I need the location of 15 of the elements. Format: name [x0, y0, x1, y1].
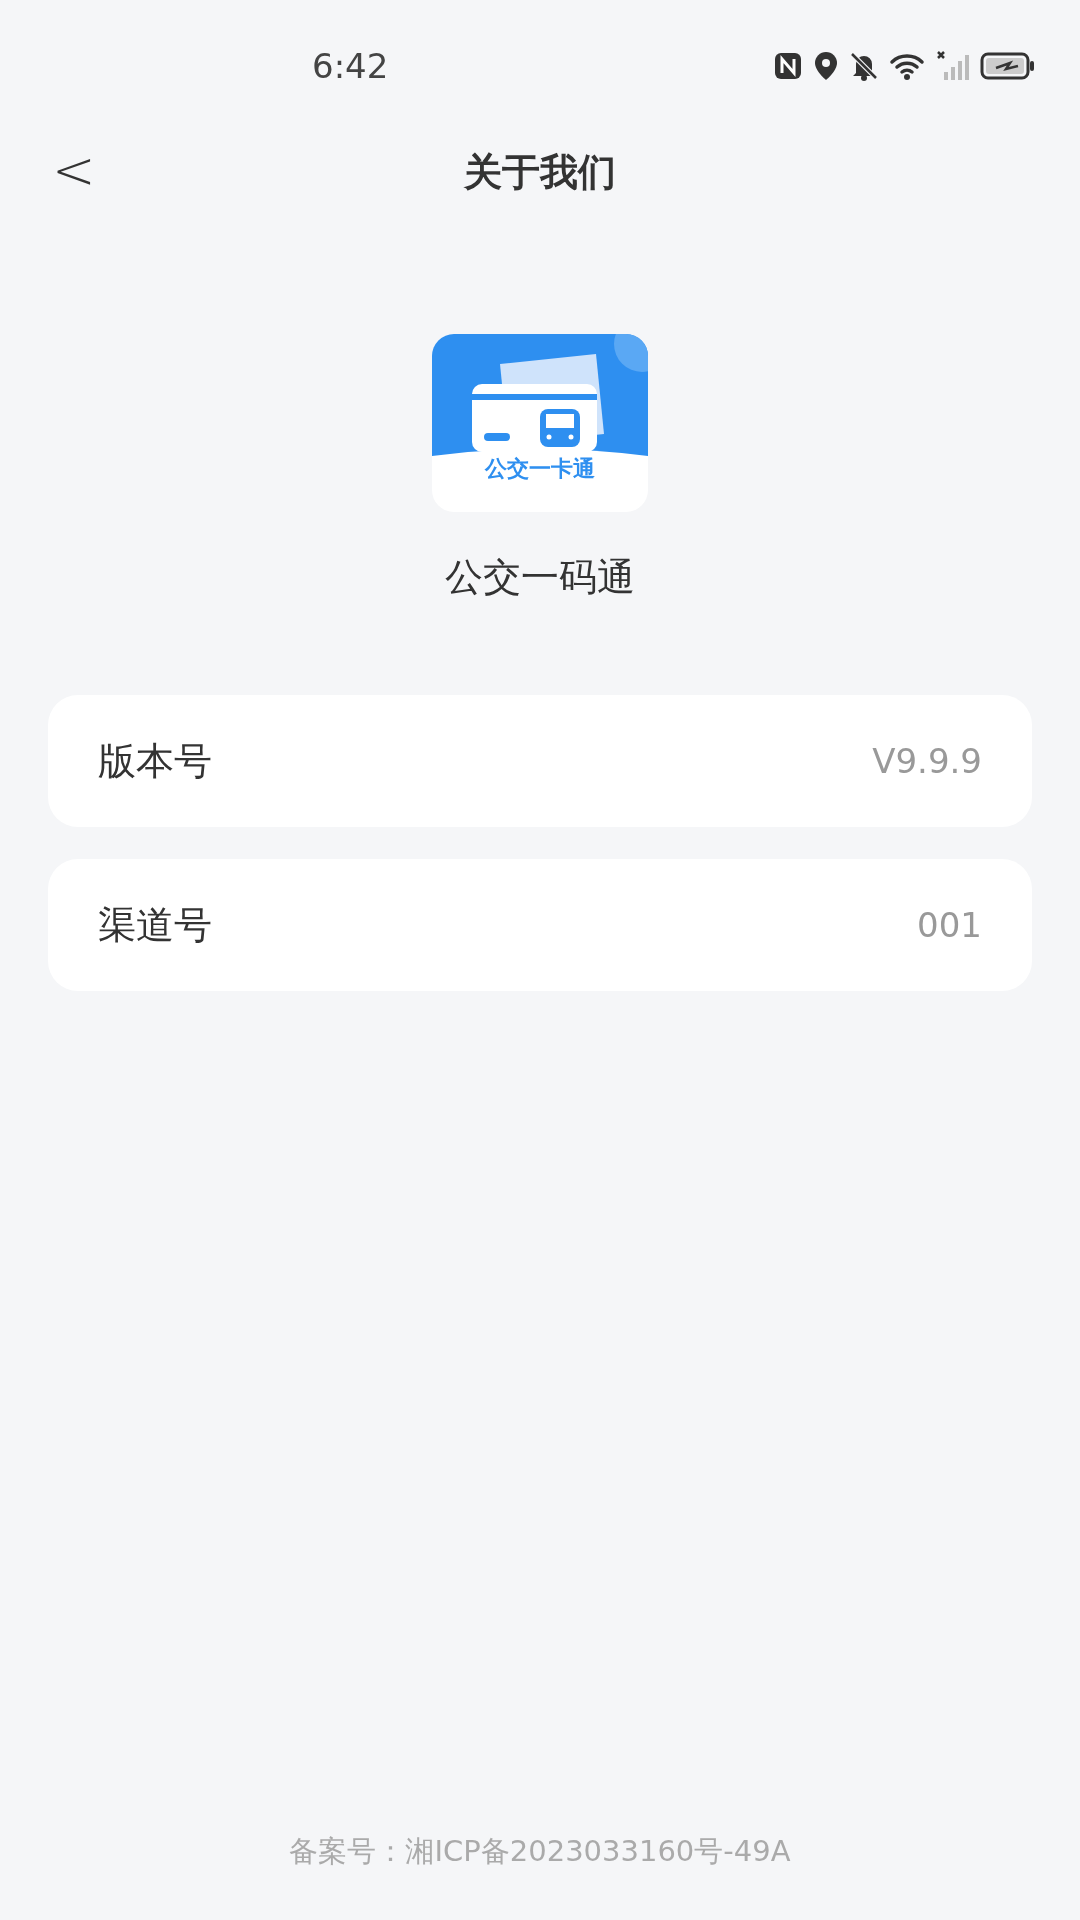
nfc-icon: [772, 50, 804, 82]
row-label: 版本号: [98, 737, 212, 785]
icp-record-text: 备案号：湘ICP备2023033160号-49A: [288, 1833, 792, 1870]
page-title: 关于我们: [464, 148, 616, 196]
logo-text: 公交一卡通: [485, 455, 595, 483]
app-name: 公交一码通: [445, 554, 635, 601]
status-time: 6:42: [312, 46, 389, 86]
row-value: V9.9.9: [872, 741, 982, 781]
battery-icon: [980, 50, 1036, 82]
location-icon: [812, 50, 840, 82]
back-button[interactable]: <: [44, 140, 104, 200]
signal-icon: [936, 50, 972, 82]
bell-muted-icon: [848, 50, 880, 82]
row-value: 001: [917, 905, 982, 945]
row-label: 渠道号: [98, 901, 212, 949]
